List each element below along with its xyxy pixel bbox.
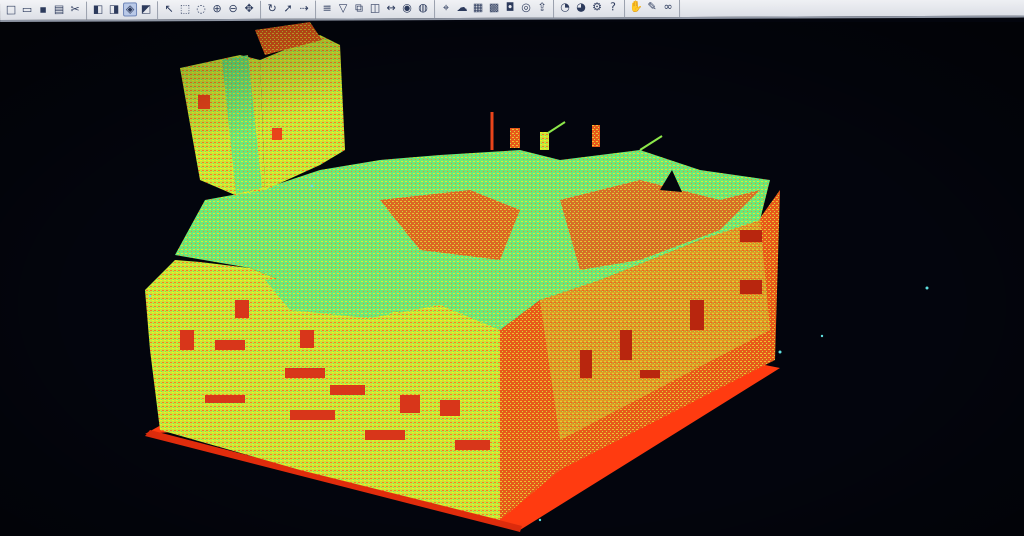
link-icon[interactable]: ∞ <box>661 0 675 14</box>
open-icon[interactable]: ▭ <box>20 3 34 17</box>
render-icon[interactable]: ◉ <box>400 1 414 15</box>
globe-icon[interactable]: ◍ <box>416 1 430 15</box>
grid-icon[interactable]: ▩ <box>487 1 501 15</box>
filter-icon[interactable]: ▽ <box>336 1 350 15</box>
mesh-icon[interactable]: ▦ <box>471 1 485 15</box>
tower-window <box>272 128 282 140</box>
scan-icon[interactable]: ⌖ <box>439 1 453 15</box>
new-icon[interactable]: □ <box>4 3 18 17</box>
toolbar-group-more: ✋ ✎ ∞ <box>625 0 681 18</box>
toolbar-group-selection: ↖ ⬚ ◌ ⊕ ⊖ ✥ <box>158 0 262 20</box>
select-box-icon[interactable]: ⬚ <box>178 2 192 16</box>
layers-icon[interactable]: ≡ <box>320 2 334 16</box>
color-icon[interactable]: ◕ <box>574 0 588 14</box>
marker-line <box>547 121 566 134</box>
top-view-icon[interactable]: ◨ <box>107 2 121 16</box>
tower-window <box>198 95 210 109</box>
toolbar-group-layers: ≡ ▽ ⧉ ◫ ↔ ◉ ◍ <box>316 0 436 19</box>
toolbar-group-file: □ ▭ ▪ ▤ ✂ <box>0 1 88 20</box>
help-icon[interactable]: ? <box>606 0 620 14</box>
tower-right-face <box>260 35 345 190</box>
toolbar-group-scan: ⌖ ☁ ▦ ▩ ◘ ◎ ⇪ <box>435 0 555 19</box>
note-icon[interactable]: ✎ <box>645 0 659 14</box>
iso-view-icon[interactable]: ◈ <box>123 2 138 17</box>
main-toolbar: □ ▭ ▪ ▤ ✂ ◧ ◨ ◈ ◩ ↖ ⬚ ◌ ⊕ ⊖ ✥ ↻ ➚ ⇢ ≡ ▽ ⧉ ◫ ↔ ◉ ◍ ⌖ ☁ ▦ ▩ ◘ ◎ ⇪ ◔ ◕ ⚙? ✋ ✎ ∞ <box>0 0 1024 22</box>
lasso-icon[interactable]: ◌ <box>194 2 208 16</box>
export-icon[interactable]: ⇪ <box>535 1 549 15</box>
toolbar-group-tools: ◔ ◕ ⚙? <box>554 0 626 18</box>
eye-icon[interactable]: ◔ <box>558 1 572 15</box>
chimney <box>510 128 520 148</box>
walk-icon[interactable]: ⇢ <box>297 2 311 16</box>
chimney <box>592 125 600 147</box>
target-icon[interactable]: ◎ <box>519 1 533 15</box>
clip-icon[interactable]: ⧉ <box>352 1 366 15</box>
settings-icon[interactable]: ⚙ <box>590 0 604 14</box>
side-view-icon[interactable]: ◩ <box>139 2 153 16</box>
zoom-in-icon[interactable]: ⊕ <box>210 2 224 16</box>
front-view-icon[interactable]: ◧ <box>91 3 105 17</box>
zoom-out-icon[interactable]: ⊖ <box>226 2 240 16</box>
marker-line <box>639 135 663 151</box>
toolbar-group-view-cube: ◧ ◨ ◈ ◩ <box>87 1 159 20</box>
pointer-icon[interactable]: ↖ <box>162 2 176 16</box>
cut-icon[interactable]: ✂ <box>68 3 82 17</box>
hand-icon[interactable]: ✋ <box>629 0 643 14</box>
cloud-icon[interactable]: ☁ <box>455 1 469 15</box>
toolbar-group-orbit: ↻ ➚ ⇢ <box>261 0 317 19</box>
orbit-icon[interactable]: ↻ <box>265 2 279 16</box>
section-icon[interactable]: ◫ <box>368 1 382 15</box>
measure-icon[interactable]: ↔ <box>384 1 398 15</box>
fly-icon[interactable]: ➚ <box>281 2 295 16</box>
print-icon[interactable]: ▤ <box>52 3 66 17</box>
pan-icon[interactable]: ✥ <box>242 2 256 16</box>
chimney <box>540 132 549 150</box>
point-cloud-canvas[interactable] <box>0 22 1024 536</box>
camera-icon[interactable]: ◘ <box>503 1 517 15</box>
save-icon[interactable]: ▪ <box>36 3 50 17</box>
point-cloud-viewport[interactable] <box>0 22 1024 536</box>
